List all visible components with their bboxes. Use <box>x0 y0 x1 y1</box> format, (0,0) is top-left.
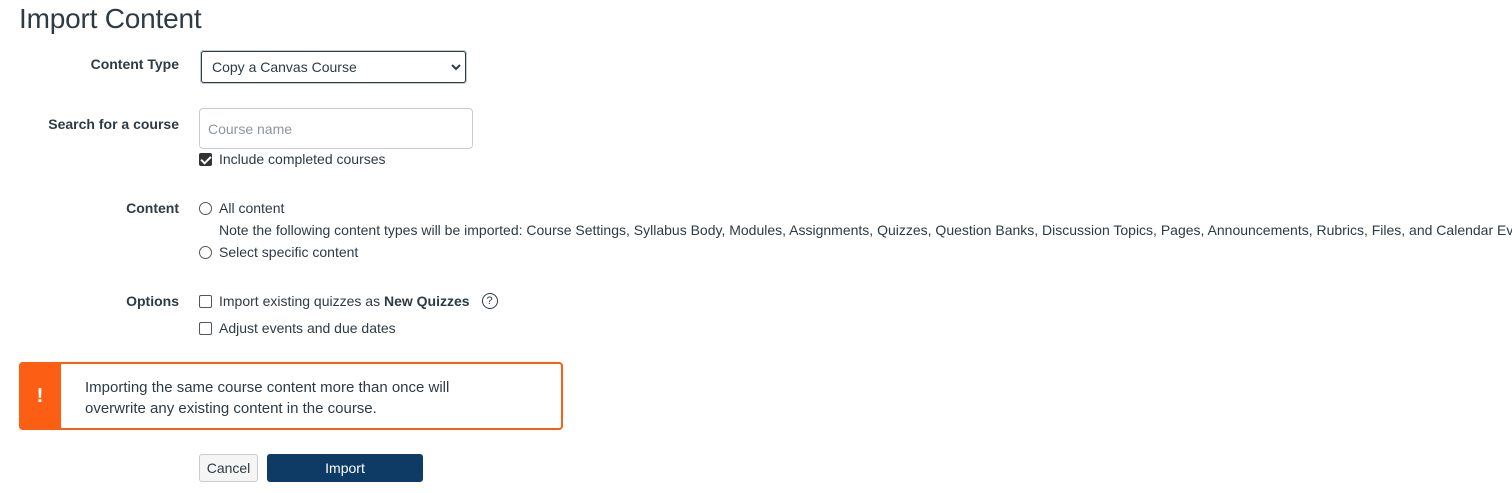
chevron-down-icon <box>451 64 461 71</box>
content-type-label: Content Type <box>90 56 179 72</box>
all-content-radio[interactable] <box>199 201 212 215</box>
adjust-dates-label: Adjust events and due dates <box>219 320 396 336</box>
content-type-selected-value: Copy a Canvas Course <box>212 59 357 75</box>
content-types-note: Note the following content types will be… <box>219 222 1512 238</box>
import-button[interactable]: Import <box>267 454 423 482</box>
include-completed-courses-row[interactable]: Include completed courses <box>199 150 386 168</box>
select-specific-content-option[interactable]: Select specific content <box>199 243 358 261</box>
question-circle-icon[interactable]: ? <box>481 293 498 309</box>
all-content-option[interactable]: All content <box>199 199 284 217</box>
course-search-input[interactable] <box>199 108 473 149</box>
adjust-dates-row[interactable]: Adjust events and due dates <box>199 319 396 337</box>
overwrite-warning-alert: ! Importing the same course content more… <box>19 362 563 430</box>
cancel-button[interactable]: Cancel <box>199 454 258 482</box>
import-new-quizzes-checkbox[interactable] <box>199 294 212 308</box>
search-course-label: Search for a course <box>48 116 179 132</box>
content-label: Content <box>126 200 179 216</box>
page-title: Import Content <box>19 3 202 34</box>
import-content-page: Import Content Content Type Copy a Canva… <box>0 0 1512 493</box>
select-specific-label: Select specific content <box>219 244 359 260</box>
import-quizzes-prefix: Import existing quizzes as <box>219 293 384 309</box>
warning-icon: ! <box>19 362 61 430</box>
new-quizzes-bold: New Quizzes <box>383 293 470 309</box>
select-specific-radio[interactable] <box>199 245 212 259</box>
all-content-label: All content <box>219 200 285 216</box>
import-new-quizzes-row[interactable]: Import existing quizzes as New Quizzes ? <box>199 292 498 310</box>
options-label: Options <box>126 293 179 309</box>
include-completed-label: Include completed courses <box>219 151 386 167</box>
alert-message: Importing the same course content more t… <box>85 379 450 417</box>
adjust-dates-checkbox[interactable] <box>199 321 212 335</box>
content-type-select[interactable]: Copy a Canvas Course <box>200 50 467 84</box>
import-new-quizzes-label: Import existing quizzes as New Quizzes <box>219 293 470 309</box>
include-completed-checkbox[interactable] <box>199 152 212 166</box>
